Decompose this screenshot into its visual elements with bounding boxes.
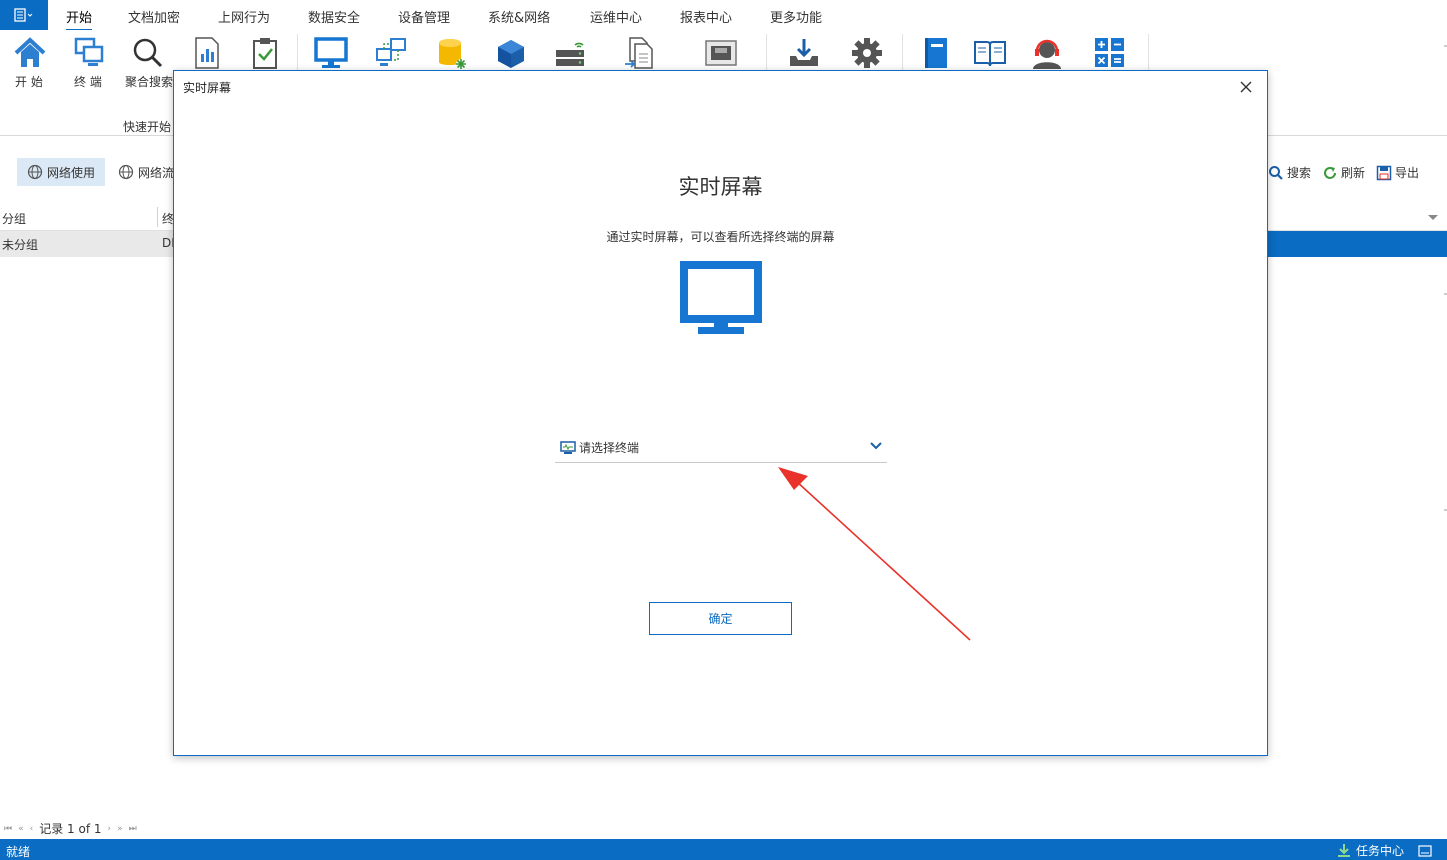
terminal-monitor-icon — [560, 440, 576, 454]
server-network-button[interactable] — [553, 36, 593, 72]
app-window: 开始 文档加密 上网行为 数据安全 设备管理 系统&网络 运维中心 报表中心 更… — [0, 0, 1447, 860]
next-group-icon[interactable]: » — [117, 824, 123, 834]
status-bar: 就绪 任务中心 — [0, 839, 1447, 860]
chevron-down-icon[interactable] — [869, 441, 883, 451]
globe-icon — [27, 164, 43, 180]
search-icon — [1269, 165, 1283, 180]
home-icon — [14, 37, 46, 67]
search-button[interactable]: 搜索 — [1268, 164, 1311, 181]
terminals-button[interactable] — [72, 36, 112, 72]
menu-bar: 开始 文档加密 上网行为 数据安全 设备管理 系统&网络 运维中心 报表中心 更… — [0, 0, 1447, 31]
menu-web-behavior[interactable]: 上网行为 — [218, 7, 270, 26]
monitor-button[interactable] — [313, 36, 353, 72]
manual-button[interactable] — [972, 36, 1012, 72]
dialog-close-button[interactable] — [1236, 77, 1256, 97]
status-text: 就绪 — [6, 845, 31, 859]
server-network-icon — [556, 42, 584, 66]
monitor-icon — [680, 261, 762, 334]
panel-toggle-icon[interactable] — [1418, 844, 1432, 857]
first-page-icon[interactable]: ⏮ — [4, 824, 12, 834]
confirm-button[interactable]: 确定 — [649, 602, 792, 635]
task-center-label: 任务中心 — [1356, 844, 1405, 858]
report-doc-button[interactable] — [190, 36, 230, 72]
menu-ops-center[interactable]: 运维中心 — [590, 7, 642, 26]
network-terminals-icon — [376, 38, 406, 66]
monitor-icon — [314, 37, 348, 68]
book-icon — [925, 38, 947, 68]
network-port-button[interactable] — [703, 36, 743, 72]
headset-support-icon — [1033, 39, 1061, 69]
export-icon — [1376, 165, 1392, 180]
document-transfer-icon — [625, 37, 653, 69]
tab-network-flow-label: 网络流 — [138, 165, 175, 180]
search-button-label: 搜索 — [1287, 166, 1312, 180]
cube-icon — [498, 40, 524, 68]
next-page-icon[interactable]: › — [108, 824, 112, 834]
column-divider — [157, 207, 158, 227]
download-button[interactable] — [786, 36, 826, 72]
table-cell-group: 未分组 — [2, 238, 39, 252]
settings-button[interactable] — [849, 36, 889, 72]
prev-group-icon[interactable]: « — [18, 824, 24, 834]
menu-doc-encrypt[interactable]: 文档加密 — [128, 7, 180, 26]
tab-network-usage[interactable]: 网络使用 — [17, 158, 106, 186]
app-menu-icon — [14, 8, 33, 22]
table-row-highlight — [1268, 231, 1447, 257]
clipboard-check-button[interactable] — [248, 36, 288, 72]
app-menu-button[interactable] — [0, 0, 48, 30]
menu-start[interactable]: 开始 — [66, 7, 93, 31]
network-port-icon — [705, 40, 737, 66]
download-icon — [790, 39, 818, 66]
pager: ⏮ « ‹ 记录 1 of 1 › » ⏭ — [4, 820, 137, 837]
splitter-marks — [1444, 45, 1447, 511]
aggregated-search-label: 聚合搜索 — [125, 75, 174, 89]
terminals-label: 终 端 — [74, 75, 102, 89]
open-book-icon — [974, 41, 1006, 67]
menu-more-features[interactable]: 更多功能 — [770, 7, 822, 26]
menu-report-center[interactable]: 报表中心 — [680, 7, 732, 26]
network-terminals-button[interactable] — [373, 36, 413, 72]
tab-network-usage-label: 网络使用 — [47, 165, 96, 180]
home-button[interactable] — [12, 36, 52, 72]
close-icon — [1240, 81, 1252, 93]
export-button-label: 导出 — [1395, 166, 1420, 180]
menu-data-security[interactable]: 数据安全 — [308, 7, 360, 26]
task-center-button[interactable]: 任务中心 — [1336, 842, 1432, 859]
document-transfer-button[interactable] — [622, 36, 662, 72]
calculator-icon — [1095, 38, 1124, 67]
database-icon — [439, 39, 466, 69]
dialog-description: 通过实时屏幕，可以查看所选择终端的屏幕 — [606, 230, 835, 244]
export-button[interactable]: 导出 — [1376, 164, 1419, 181]
dialog-heading: 实时屏幕 — [678, 175, 763, 199]
prev-page-icon[interactable]: ‹ — [30, 824, 34, 834]
dialog-title: 实时屏幕 — [183, 81, 232, 95]
menu-system-network[interactable]: 系统&网络 — [488, 7, 550, 26]
refresh-button[interactable]: 刷新 — [1322, 164, 1365, 181]
database-button[interactable] — [433, 36, 473, 72]
support-button[interactable] — [1029, 36, 1069, 72]
pager-record-text: 记录 1 of 1 — [39, 822, 102, 836]
download-icon — [1338, 843, 1350, 857]
gear-icon — [852, 38, 882, 68]
terminal-select-placeholder: 请选择终端 — [579, 441, 640, 455]
calculator-button[interactable] — [1092, 36, 1132, 72]
book-button[interactable] — [918, 36, 958, 72]
last-page-icon[interactable]: ⏭ — [129, 824, 137, 834]
search-icon — [133, 38, 163, 68]
menu-device-management[interactable]: 设备管理 — [398, 7, 450, 26]
refresh-button-label: 刷新 — [1341, 166, 1366, 180]
cube-button[interactable] — [493, 36, 533, 72]
terminals-icon — [74, 37, 104, 66]
home-label: 开 始 — [15, 75, 43, 89]
aggregated-search-button[interactable] — [130, 36, 170, 72]
realtime-screen-dialog: 实时屏幕 实时屏幕 通过实时屏幕，可以查看所选择终端的屏幕 请选择终端 确定 — [173, 70, 1268, 756]
clipboard-check-icon — [253, 38, 277, 69]
refresh-icon — [1324, 166, 1336, 179]
column-header-group[interactable]: 分组 — [2, 210, 26, 227]
report-doc-icon — [195, 37, 219, 69]
globe-icon — [118, 164, 134, 180]
terminal-select[interactable]: 请选择终端 — [555, 433, 887, 463]
ribbon-group-label: 快速开始 — [123, 120, 172, 134]
column-dropdown-icon[interactable] — [1427, 214, 1439, 222]
